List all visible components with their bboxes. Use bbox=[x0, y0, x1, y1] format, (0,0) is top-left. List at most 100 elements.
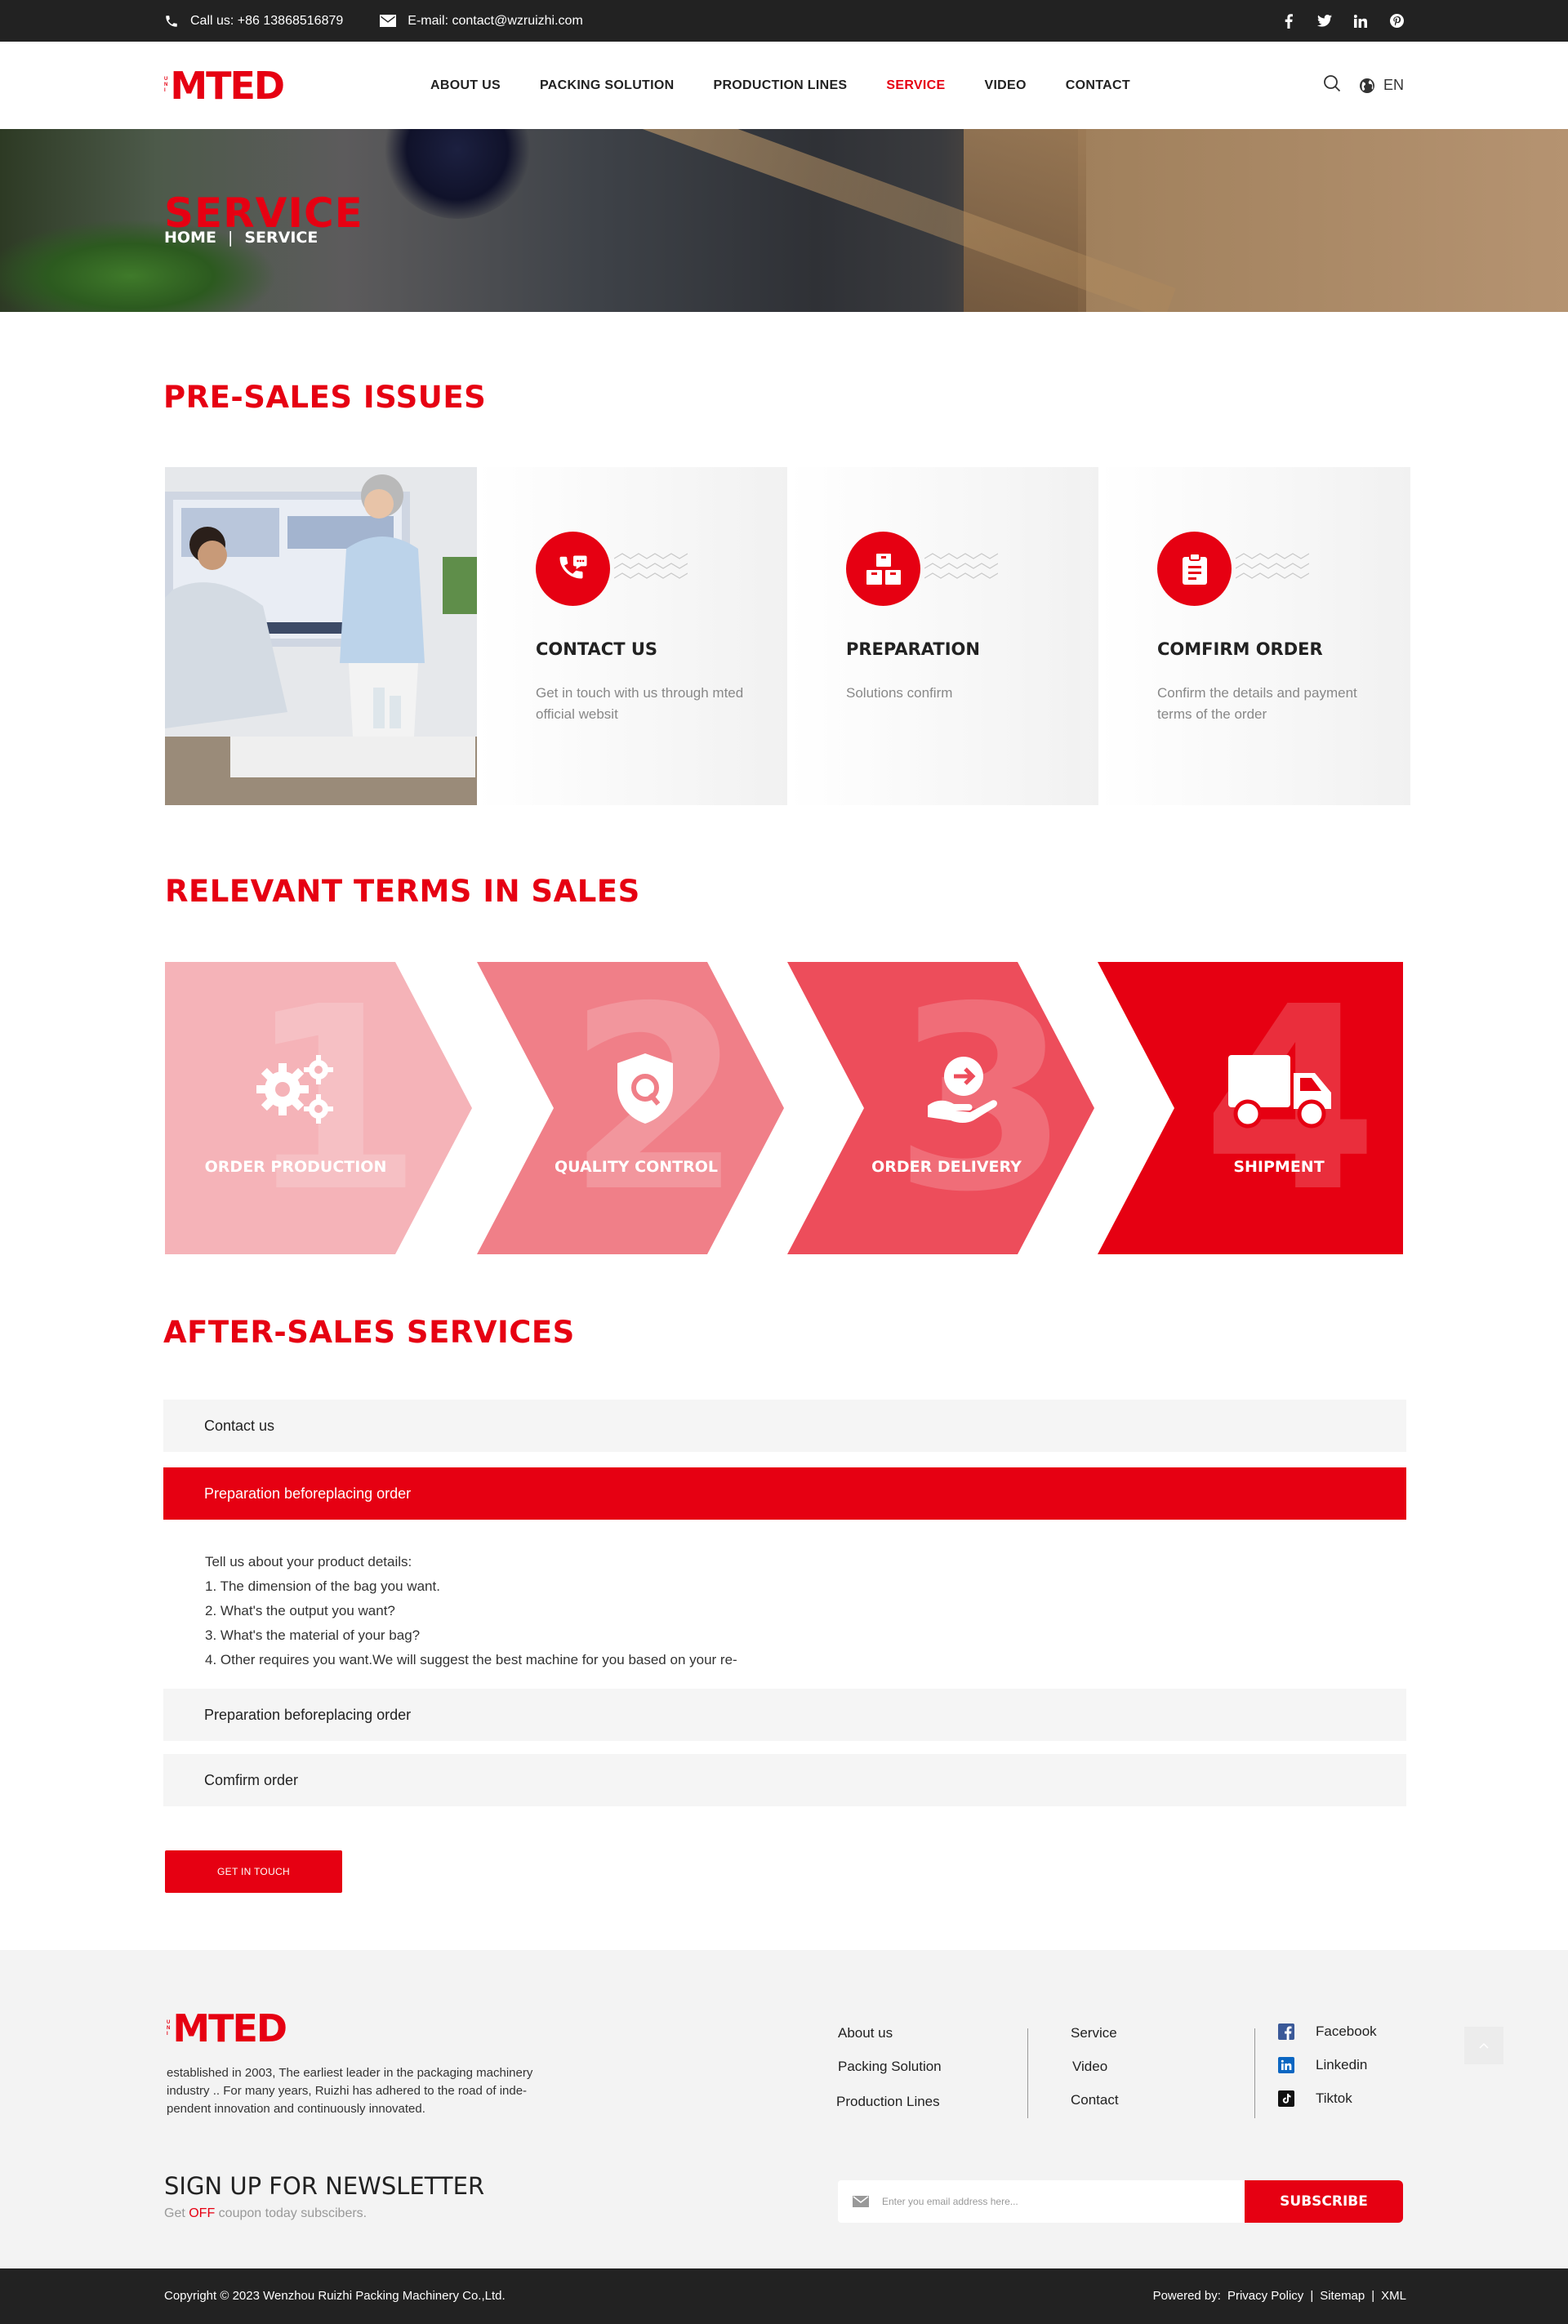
boxes-icon bbox=[846, 532, 920, 606]
site-logo[interactable]: U N I MTED bbox=[164, 61, 285, 110]
footer-social-tiktok[interactable]: Tiktok bbox=[1278, 2090, 1352, 2107]
delivery-hand-icon bbox=[928, 1057, 997, 1123]
card-title: CONTACT US bbox=[536, 639, 658, 659]
sales-steps: 1 ORDER PRODUCTION 2 QUALITY CONTROL 3 bbox=[165, 962, 1403, 1254]
footer-link[interactable]: About us bbox=[838, 2025, 893, 2041]
subscribe-button[interactable]: SUBSCRIBE bbox=[1245, 2180, 1403, 2223]
copyright-bar: Copyright © 2023 Wenzhou Ruizhi Packing … bbox=[0, 2268, 1568, 2324]
tiktok-icon bbox=[1278, 2090, 1294, 2107]
breadcrumb-home[interactable]: HOME bbox=[164, 229, 216, 247]
step-label: QUALITY CONTROL bbox=[554, 1158, 719, 1176]
footer-social-label: Linkedin bbox=[1316, 2057, 1368, 2072]
newsletter-title: SIGN UP FOR NEWSLETTER bbox=[164, 2172, 485, 2200]
xml-link[interactable]: XML bbox=[1381, 2289, 1406, 2303]
footer-social-facebook[interactable]: Facebook bbox=[1278, 2023, 1377, 2040]
language-switcher[interactable]: EN bbox=[1359, 77, 1404, 94]
accordion-line: 3. What's the material of your bag? bbox=[205, 1627, 421, 1643]
step-shipment[interactable]: 4 SHIPMENT bbox=[1098, 962, 1403, 1254]
footer-link[interactable]: Packing Solution bbox=[838, 2059, 942, 2075]
nav-service[interactable]: SERVICE bbox=[886, 78, 945, 93]
footer-social-linkedin[interactable]: Linkedin bbox=[1278, 2057, 1367, 2073]
logo-text: MTED bbox=[170, 63, 285, 108]
sitemap-link[interactable]: Sitemap bbox=[1320, 2289, 1365, 2303]
logo-unit: U N I bbox=[167, 2020, 170, 2037]
twitter-icon[interactable] bbox=[1317, 14, 1332, 29]
search-icon[interactable] bbox=[1323, 74, 1341, 96]
facebook-icon[interactable] bbox=[1281, 13, 1296, 29]
chat-phone-icon bbox=[536, 532, 610, 606]
clipboard-icon bbox=[1157, 532, 1232, 606]
nav-packing-solution[interactable]: PACKING SOLUTION bbox=[540, 78, 675, 93]
logo-unit: U N I bbox=[164, 77, 167, 94]
site-footer: U N I MTED established in 2003, The earl… bbox=[0, 1950, 1568, 2268]
newsletter-form: Enter you email address here... SUBSCRIB… bbox=[838, 2180, 1403, 2223]
powered-by-label: Powered by: bbox=[1152, 2289, 1221, 2303]
gears-icon bbox=[256, 1055, 333, 1124]
newsletter-email-input[interactable]: Enter you email address here... bbox=[838, 2180, 1245, 2223]
meeting-photo bbox=[165, 467, 477, 805]
wave-decoration-icon bbox=[924, 553, 998, 579]
step-label: ORDER DELIVERY bbox=[871, 1158, 1022, 1176]
breadcrumb-current: SERVICE bbox=[244, 229, 318, 247]
footer-link[interactable]: Video bbox=[1072, 2059, 1107, 2075]
accordion-content: Tell us about your product details: 1. T… bbox=[205, 1550, 737, 1672]
logo-unit-letter: N bbox=[164, 82, 168, 87]
email-contact[interactable]: E-mail: contact@wzruizhi.com bbox=[380, 14, 583, 29]
footer-link[interactable]: Contact bbox=[1071, 2092, 1119, 2108]
site-header: U N I MTED ABOUT US PACKING SOLUTION PRO… bbox=[0, 42, 1568, 129]
nav-about-us[interactable]: ABOUT US bbox=[430, 78, 501, 93]
accordion-item-active[interactable]: Preparation beforeplacing order bbox=[163, 1467, 1406, 1520]
topbar-social bbox=[1281, 0, 1404, 42]
accordion-item[interactable]: Contact us bbox=[163, 1400, 1406, 1452]
pre-sales-card[interactable]: PREPARATION Solutions confirm bbox=[787, 467, 1099, 805]
card-title: PREPARATION bbox=[846, 639, 980, 659]
copyright-text: Copyright © 2023 Wenzhou Ruizhi Packing … bbox=[164, 2289, 506, 2303]
phone-icon bbox=[166, 15, 177, 27]
footer-social-label: Tiktok bbox=[1316, 2090, 1352, 2106]
link-separator: | bbox=[1371, 2289, 1375, 2303]
header-tools: EN bbox=[1323, 42, 1404, 129]
pre-sales-card[interactable]: COMFIRM ORDER Confirm the details and pa… bbox=[1098, 467, 1410, 805]
shield-q-icon bbox=[617, 1053, 673, 1124]
accordion-line: Tell us about your product details: bbox=[205, 1554, 412, 1569]
link-separator: | bbox=[1310, 2289, 1314, 2303]
accordion-label: Preparation beforeplacing order bbox=[204, 1485, 412, 1502]
logo-unit-letter: I bbox=[164, 88, 166, 93]
accordion-item[interactable]: Comfirm order bbox=[163, 1754, 1406, 1806]
pre-sales-card[interactable]: CONTACT US Get in touch with us through … bbox=[477, 467, 789, 805]
step-order-delivery[interactable]: 3 ORDER DELIVERY bbox=[787, 962, 1094, 1254]
logo-unit-letter: U bbox=[164, 77, 168, 82]
pre-sales-title: PRE-SALES ISSUES bbox=[163, 380, 487, 415]
footer-logo[interactable]: U N I MTED bbox=[167, 2004, 287, 2053]
phone-text: Call us: +86 13868516879 bbox=[190, 13, 344, 28]
banner-text: SERVICE HOME | SERVICE bbox=[164, 193, 363, 247]
banner-bg-shape bbox=[384, 129, 531, 219]
phone-contact[interactable]: Call us: +86 13868516879 bbox=[164, 14, 343, 29]
nav-production-lines[interactable]: PRODUCTION LINES bbox=[713, 78, 847, 93]
pinterest-icon[interactable] bbox=[1389, 14, 1404, 29]
nav-video[interactable]: VIDEO bbox=[984, 78, 1026, 93]
linkedin-icon bbox=[1278, 2057, 1294, 2073]
email-text: E-mail: contact@wzruizhi.com bbox=[408, 13, 583, 28]
newsletter-placeholder: Enter you email address here... bbox=[882, 2196, 1018, 2207]
footer-divider bbox=[1027, 2028, 1028, 2118]
nav-contact[interactable]: CONTACT bbox=[1066, 78, 1130, 93]
page-banner: SERVICE HOME | SERVICE bbox=[0, 129, 1568, 312]
footer-link[interactable]: Production Lines bbox=[836, 2094, 940, 2110]
footer-divider bbox=[1254, 2028, 1255, 2118]
top-bar: Call us: +86 13868516879 E-mail: contact… bbox=[0, 0, 1568, 42]
footer-link[interactable]: Service bbox=[1071, 2025, 1117, 2041]
footer-social-label: Facebook bbox=[1316, 2023, 1377, 2039]
page-title: SERVICE bbox=[164, 189, 363, 237]
linkedin-icon[interactable] bbox=[1353, 14, 1368, 29]
accordion-line: 1. The dimension of the bag you want. bbox=[205, 1578, 440, 1594]
accordion-item[interactable]: Preparation beforeplacing order bbox=[163, 1689, 1406, 1741]
card-text: Get in touch with us through mted offici… bbox=[536, 685, 744, 722]
step-quality-control[interactable]: 2 QUALITY CONTROL bbox=[477, 962, 784, 1254]
card-text: Confirm the details and payment terms of… bbox=[1157, 685, 1357, 722]
logo-unit-letter: U bbox=[167, 2019, 171, 2025]
back-to-top-button[interactable] bbox=[1464, 2027, 1503, 2064]
step-order-production[interactable]: 1 ORDER PRODUCTION bbox=[165, 962, 472, 1254]
privacy-policy-link[interactable]: Privacy Policy bbox=[1227, 2289, 1303, 2303]
get-in-touch-button[interactable]: GET IN TOUCH bbox=[165, 1850, 342, 1893]
